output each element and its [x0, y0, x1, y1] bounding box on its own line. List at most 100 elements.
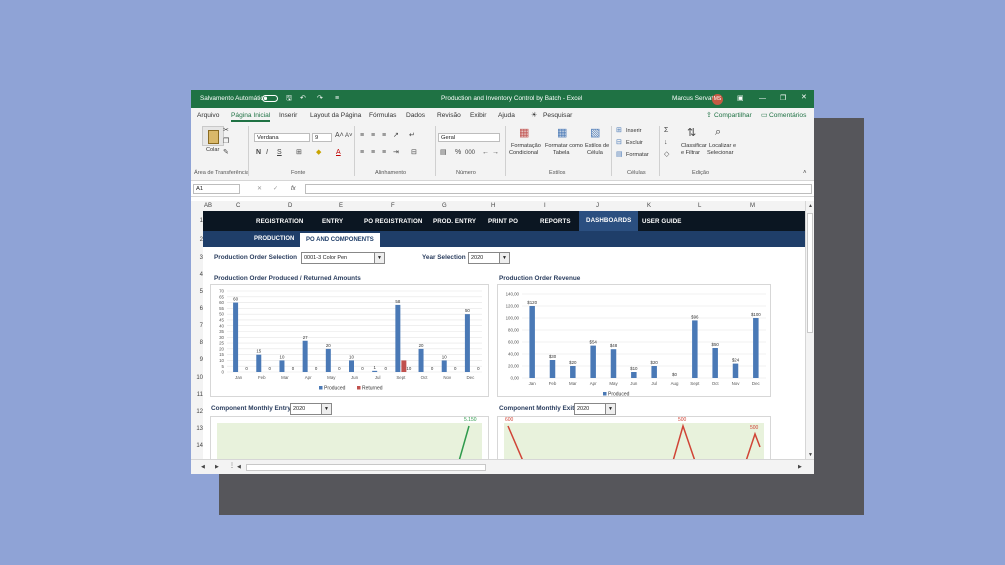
customize-toolbar-icon[interactable]: ≡ [335, 95, 339, 103]
conditional-format-label-1[interactable]: Formatação [511, 143, 541, 150]
po-selection-dropdown[interactable]: 0001-3 Color Pen ▼ [301, 252, 385, 264]
next-sheet-icon[interactable]: ▶ [215, 463, 219, 471]
menu-help[interactable]: Ajuda [498, 112, 515, 119]
ribbon-display-icon[interactable]: ▣ [737, 95, 744, 103]
nav-reports[interactable]: REPORTS [540, 218, 571, 225]
cell-styles-label-2[interactable]: Célula [587, 150, 603, 157]
formula-input[interactable] [305, 184, 812, 194]
col-header-h[interactable]: H [491, 203, 495, 209]
row-header[interactable]: 1 [191, 218, 203, 224]
delete-cells-icon[interactable]: ⊟ [616, 139, 622, 147]
close-icon[interactable]: ✕ [801, 94, 807, 102]
col-header-d[interactable]: D [288, 203, 292, 209]
format-cells-button[interactable]: Formatar [626, 152, 649, 159]
lightbulb-icon[interactable]: ☀ [531, 111, 537, 119]
italic-icon[interactable]: I [266, 149, 268, 157]
subtab-po-and-components[interactable]: PO AND COMPONENTS [300, 233, 380, 247]
insert-function-label[interactable]: fx [291, 185, 296, 193]
paste-label[interactable]: Colar [206, 147, 219, 154]
chevron-down-icon[interactable]: ▼ [605, 404, 615, 414]
col-header-j[interactable]: J [596, 203, 599, 209]
exit-year-dropdown[interactable]: 2020 ▼ [574, 403, 616, 415]
autosave-toggle[interactable] [262, 95, 278, 102]
align-left-icon[interactable]: ≡ [360, 149, 364, 157]
font-size-box[interactable]: 9 [312, 133, 332, 142]
comma-style-icon[interactable]: 000 [465, 149, 475, 157]
increase-decimal-icon[interactable]: ← [482, 149, 489, 157]
col-header-l[interactable]: L [698, 203, 701, 209]
merge-center-icon[interactable]: ⊟ [411, 149, 417, 157]
nav-entry[interactable]: ENTRY [322, 218, 343, 225]
menu-view[interactable]: Exibir [470, 112, 487, 119]
save-icon[interactable]: 🖫 [286, 95, 292, 103]
clear-icon[interactable]: ◇ [664, 151, 669, 159]
delete-cells-button[interactable]: Excluir [626, 140, 643, 147]
find-select-label-1[interactable]: Localizar e [709, 143, 736, 150]
font-name-box[interactable]: Verdana [254, 133, 310, 142]
menu-home[interactable]: Página Inicial [231, 112, 271, 122]
col-header-e[interactable]: E [339, 203, 343, 209]
col-header-k[interactable]: K [647, 203, 651, 209]
format-cells-icon[interactable]: ▤ [616, 151, 623, 159]
number-format-box[interactable]: Geral [438, 133, 500, 142]
format-table-icon[interactable]: ▦ [557, 127, 567, 139]
align-center-icon[interactable]: ≡ [371, 149, 375, 157]
menu-formulas[interactable]: Fórmulas [369, 112, 396, 119]
cell-styles-icon[interactable]: ▧ [590, 127, 600, 139]
scroll-right-icon[interactable]: ▶ [798, 463, 802, 471]
collapse-ribbon-icon[interactable]: ˄ [803, 169, 807, 177]
align-top-icon[interactable]: ≡ [360, 132, 364, 140]
row-header[interactable]: 12 [191, 409, 203, 415]
autosum-icon[interactable]: Σ [664, 127, 668, 135]
menu-file[interactable]: Arquivo [197, 112, 219, 119]
chevron-down-icon[interactable]: ▼ [499, 253, 509, 263]
find-select-icon[interactable]: ⌕ [715, 126, 721, 138]
minimize-icon[interactable]: — [759, 95, 766, 103]
align-right-icon[interactable]: ≡ [382, 149, 386, 157]
percent-icon[interactable]: % [455, 149, 461, 157]
bold-icon[interactable]: N [256, 149, 261, 157]
format-table-label-2[interactable]: Tabela [553, 150, 569, 157]
conditional-format-label-2[interactable]: Condicional [509, 150, 538, 157]
col-header-g[interactable]: G [442, 203, 447, 209]
nav-user-guide[interactable]: USER GUIDE [642, 218, 682, 225]
nav-dashboards[interactable]: DASHBOARDS [579, 211, 639, 231]
nav-registration[interactable]: REGISTRATION [256, 218, 304, 225]
col-header-m[interactable]: M [750, 203, 755, 209]
share-button[interactable]: Compartilhar [714, 112, 752, 119]
format-table-label-1[interactable]: Formatar como [545, 143, 583, 150]
scroll-up-icon[interactable]: ▲ [808, 202, 813, 210]
undo-icon[interactable]: ↶ [300, 95, 306, 103]
scroll-left-icon[interactable]: ◀ [237, 463, 241, 471]
row-header[interactable]: 10 [191, 375, 203, 381]
scroll-down-icon[interactable]: ▼ [808, 451, 813, 459]
row-header[interactable]: 3 [191, 255, 203, 261]
decrease-font-icon[interactable]: A˅ [345, 132, 353, 140]
row-header[interactable]: 7 [191, 323, 203, 329]
indent-icon[interactable]: ⇥ [393, 149, 399, 157]
subtab-production[interactable]: PRODUCTION [254, 236, 294, 242]
find-select-label-2[interactable]: Selecionar [707, 150, 733, 157]
enter-icon[interactable]: ✓ [273, 185, 278, 193]
cell-styles-label-1[interactable]: Estilos de [585, 143, 609, 150]
row-header[interactable]: 11 [191, 392, 203, 398]
col-header-b[interactable]: B [208, 203, 212, 209]
format-painter-icon[interactable]: ✎ [223, 149, 229, 157]
row-header[interactable]: 8 [191, 340, 203, 346]
borders-icon[interactable]: ⊞ [296, 149, 302, 157]
chevron-down-icon[interactable]: ▼ [374, 253, 384, 263]
search-label[interactable]: Pesquisar [543, 112, 572, 119]
paste-icon[interactable] [202, 126, 224, 146]
redo-icon[interactable]: ↷ [317, 95, 323, 103]
col-header-i[interactable]: I [544, 203, 546, 209]
year-selection-dropdown[interactable]: 2020 ▼ [468, 252, 510, 264]
row-header[interactable]: 13 [191, 426, 203, 432]
insert-cells-button[interactable]: Inserir [626, 128, 642, 135]
cut-icon[interactable]: ✂ [223, 127, 229, 135]
col-header-f[interactable]: F [391, 203, 395, 209]
horizontal-scroll-thumb[interactable] [246, 464, 486, 471]
menu-review[interactable]: Revisão [437, 112, 461, 119]
sort-filter-icon[interactable]: ⇅ [687, 127, 696, 139]
fill-icon[interactable]: ↓ [664, 139, 668, 147]
decrease-decimal-icon[interactable]: → [492, 149, 499, 157]
